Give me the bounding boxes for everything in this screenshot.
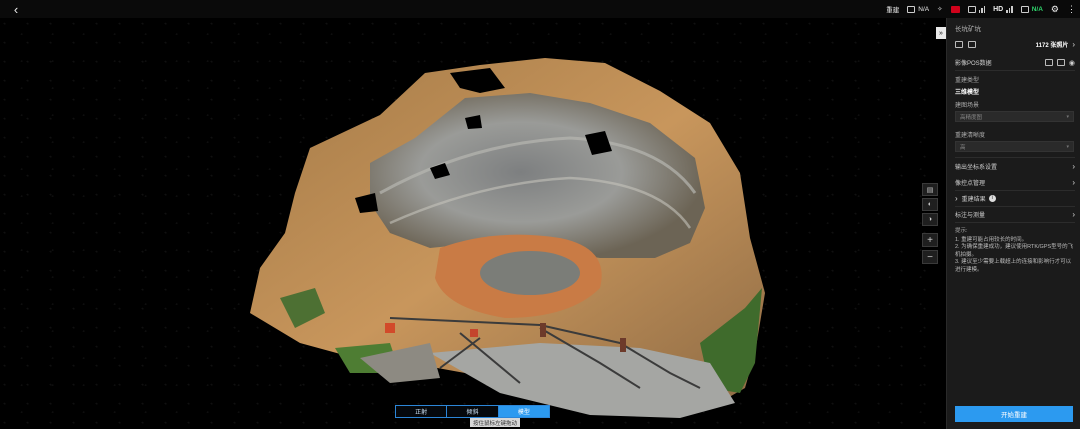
resolution-select[interactable]: 高 ▾ bbox=[955, 141, 1074, 152]
zoom-controls: + − bbox=[922, 233, 938, 264]
rebuild-type-label-row: 重建类型 bbox=[955, 75, 1075, 84]
rebuild-type-row[interactable]: 三维模型 bbox=[955, 87, 1075, 96]
control-label: 像控点管理 bbox=[955, 181, 986, 187]
tips-block: 提示: 1. 重建可能占用较长的时间。 2. 为确保重建成功，建议使用RTK/G… bbox=[955, 228, 1075, 275]
folder-icon bbox=[968, 41, 976, 48]
hd-status: HD bbox=[993, 5, 1013, 13]
annotate-label: 标注与测量 bbox=[955, 213, 986, 219]
scene-select[interactable]: 高精度图 ▾ bbox=[955, 111, 1074, 122]
signal-bars-icon bbox=[978, 5, 986, 13]
rebuild-label: 重建 bbox=[886, 7, 900, 14]
signal-value: N/A bbox=[1031, 5, 1043, 13]
export-icon[interactable] bbox=[1056, 59, 1065, 66]
rebuild-type-label: 重建类型 bbox=[955, 78, 980, 84]
rtk-value: N/A bbox=[918, 5, 930, 13]
coords-label: 输出坐标系设置 bbox=[955, 165, 998, 171]
chevron-right-icon: › bbox=[1072, 178, 1075, 187]
tab-oblique[interactable]: 倾斜 bbox=[447, 406, 499, 417]
satellite-icon: ✧ bbox=[937, 6, 943, 13]
caret-down-icon: ▾ bbox=[1066, 143, 1069, 150]
rebuild-status: 重建 bbox=[886, 4, 899, 14]
tab-ortho[interactable]: 正射 bbox=[396, 406, 448, 417]
model-viewport[interactable]: » ▤ ◐ ◑ + − bbox=[0, 18, 946, 429]
gear-icon[interactable]: ⚙ bbox=[1051, 4, 1059, 15]
lighting-icon[interactable]: ◐ bbox=[922, 198, 938, 211]
view-mode-tabs: 正射 倾斜 模型 bbox=[395, 405, 550, 418]
chevron-left-icon[interactable]: ‹ bbox=[8, 1, 24, 17]
control-points-row[interactable]: 像控点管理 › bbox=[955, 178, 1075, 187]
status-bar: 重建 N/A ✧ HD N/A ⚙ ⋮ bbox=[886, 0, 1076, 18]
tooltip: 按住鼠标左键拖动 bbox=[470, 418, 521, 427]
annotate-row[interactable]: 标注与测量 › bbox=[955, 210, 1075, 219]
zoom-out-button[interactable]: − bbox=[922, 250, 938, 264]
import-icon[interactable] bbox=[1044, 59, 1053, 66]
texture-icon[interactable]: ◑ bbox=[922, 213, 938, 226]
battery-status: N/A bbox=[1020, 5, 1043, 13]
results-row[interactable]: › 重建结果 i bbox=[955, 194, 1075, 203]
layer-icon[interactable]: ▤ bbox=[922, 183, 938, 196]
mission-title: 长坑矿坑 bbox=[955, 26, 981, 33]
image-icon bbox=[955, 41, 963, 48]
zoom-in-button[interactable]: + bbox=[922, 233, 938, 247]
top-bar: ‹ 重建 N/A ✧ HD N/A ⚙ ⋮ bbox=[0, 0, 1080, 18]
divider bbox=[955, 157, 1075, 158]
tip-item: 3. 建议至少需要上载超上的连接和影响行才可以进行建模。 bbox=[955, 259, 1072, 273]
pos-label: 影像POS数据 bbox=[955, 61, 992, 67]
view-tools: ▤ ◐ ◑ bbox=[922, 183, 938, 226]
chevron-right-icon: › bbox=[1072, 210, 1075, 219]
more-icon[interactable]: ⋮ bbox=[1067, 4, 1076, 15]
caret-down-icon: ▾ bbox=[1066, 113, 1069, 120]
hd-label: HD bbox=[993, 5, 1004, 13]
tips-title: 提示: bbox=[955, 228, 968, 234]
scene-value: 高精度图 bbox=[960, 114, 983, 121]
chevron-right-icon: › bbox=[1072, 40, 1075, 49]
scene-label: 建图场景 bbox=[955, 103, 980, 109]
quarry-3d-model[interactable] bbox=[240, 43, 770, 429]
rtk-icon bbox=[907, 5, 916, 13]
tip-item: 2. 为确保重建成功，建议使用RTK/GPS型号的飞机拍摄。 bbox=[955, 244, 1074, 258]
resolution-label-row: 重建清晰度 bbox=[955, 130, 1075, 139]
rebuild-type-value: 三维模型 bbox=[955, 90, 980, 96]
rtk-status: N/A bbox=[907, 5, 930, 13]
results-label: 重建结果 bbox=[961, 197, 986, 203]
remote-controller-icon bbox=[967, 5, 976, 13]
divider bbox=[955, 190, 1075, 191]
divider bbox=[955, 206, 1075, 207]
coords-row[interactable]: 输出坐标系设置 › bbox=[955, 162, 1075, 171]
photos-count: 1172 张照片 bbox=[1035, 43, 1069, 49]
divider bbox=[955, 222, 1075, 223]
hd-signal-icon bbox=[1006, 5, 1013, 13]
pos-row: 影像POS数据 ◉ bbox=[955, 58, 1075, 67]
photos-row[interactable]: 1172 张照片 › bbox=[955, 40, 1075, 49]
satellite-status: ✧ bbox=[937, 5, 942, 13]
recording-icon bbox=[950, 5, 960, 13]
battery-icon bbox=[1020, 5, 1029, 13]
divider bbox=[955, 70, 1075, 71]
tab-model[interactable]: 模型 bbox=[498, 406, 549, 417]
remote-status bbox=[967, 5, 986, 13]
resolution-value: 高 bbox=[960, 144, 966, 151]
chevron-right-icon: › bbox=[1072, 162, 1075, 171]
eye-icon[interactable]: ◉ bbox=[1069, 59, 1075, 67]
resolution-label: 重建清晰度 bbox=[955, 133, 986, 139]
mission-panel: 长坑矿坑 1172 张照片 › 影像POS数据 ◉ 重建类型 三维模型 建图场景… bbox=[946, 18, 1080, 429]
scene-label-row: 建图场景 bbox=[955, 100, 1075, 109]
chevron-right-icon: › bbox=[955, 194, 958, 203]
start-rebuild-button[interactable]: 开始重建 bbox=[955, 406, 1073, 422]
recording-status bbox=[950, 5, 960, 13]
collapse-panel-button[interactable]: » bbox=[936, 27, 946, 39]
info-icon[interactable]: i bbox=[988, 195, 996, 202]
